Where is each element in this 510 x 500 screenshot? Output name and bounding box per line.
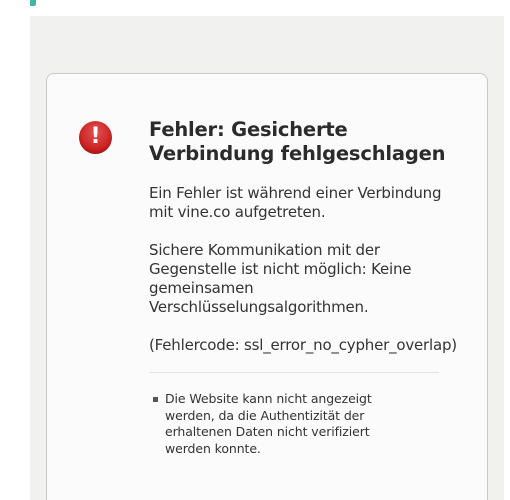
error-title: Fehler: Gesicherte Verbindung fehlgeschl… xyxy=(149,118,446,165)
error-code: (Fehlercode: ssl_error_no_cypher_overlap… xyxy=(149,336,457,354)
list-item: Die Website kann nicht angezeigt werden,… xyxy=(149,391,415,457)
error-description: Ein Fehler ist während einer Verbindung … xyxy=(149,184,442,221)
bullet-icon xyxy=(153,397,158,402)
divider xyxy=(149,372,439,373)
exclamation-alert-icon: ! xyxy=(79,121,112,154)
browser-viewport: ! Fehler: Gesicherte Verbindung fehlgesc… xyxy=(30,16,504,500)
alert-glyph: ! xyxy=(90,124,101,149)
window-accent-mark xyxy=(30,0,36,6)
reason-text: Die Website kann nicht angezeigt werden,… xyxy=(165,391,372,456)
error-detail: Sichere Kommunikation mit der Gegenstell… xyxy=(149,241,412,316)
error-content: Fehler: Gesicherte Verbindung fehlgeschl… xyxy=(149,118,459,457)
error-card: ! Fehler: Gesicherte Verbindung fehlgesc… xyxy=(46,73,488,500)
reasons-list: Die Website kann nicht angezeigt werden,… xyxy=(149,391,459,457)
